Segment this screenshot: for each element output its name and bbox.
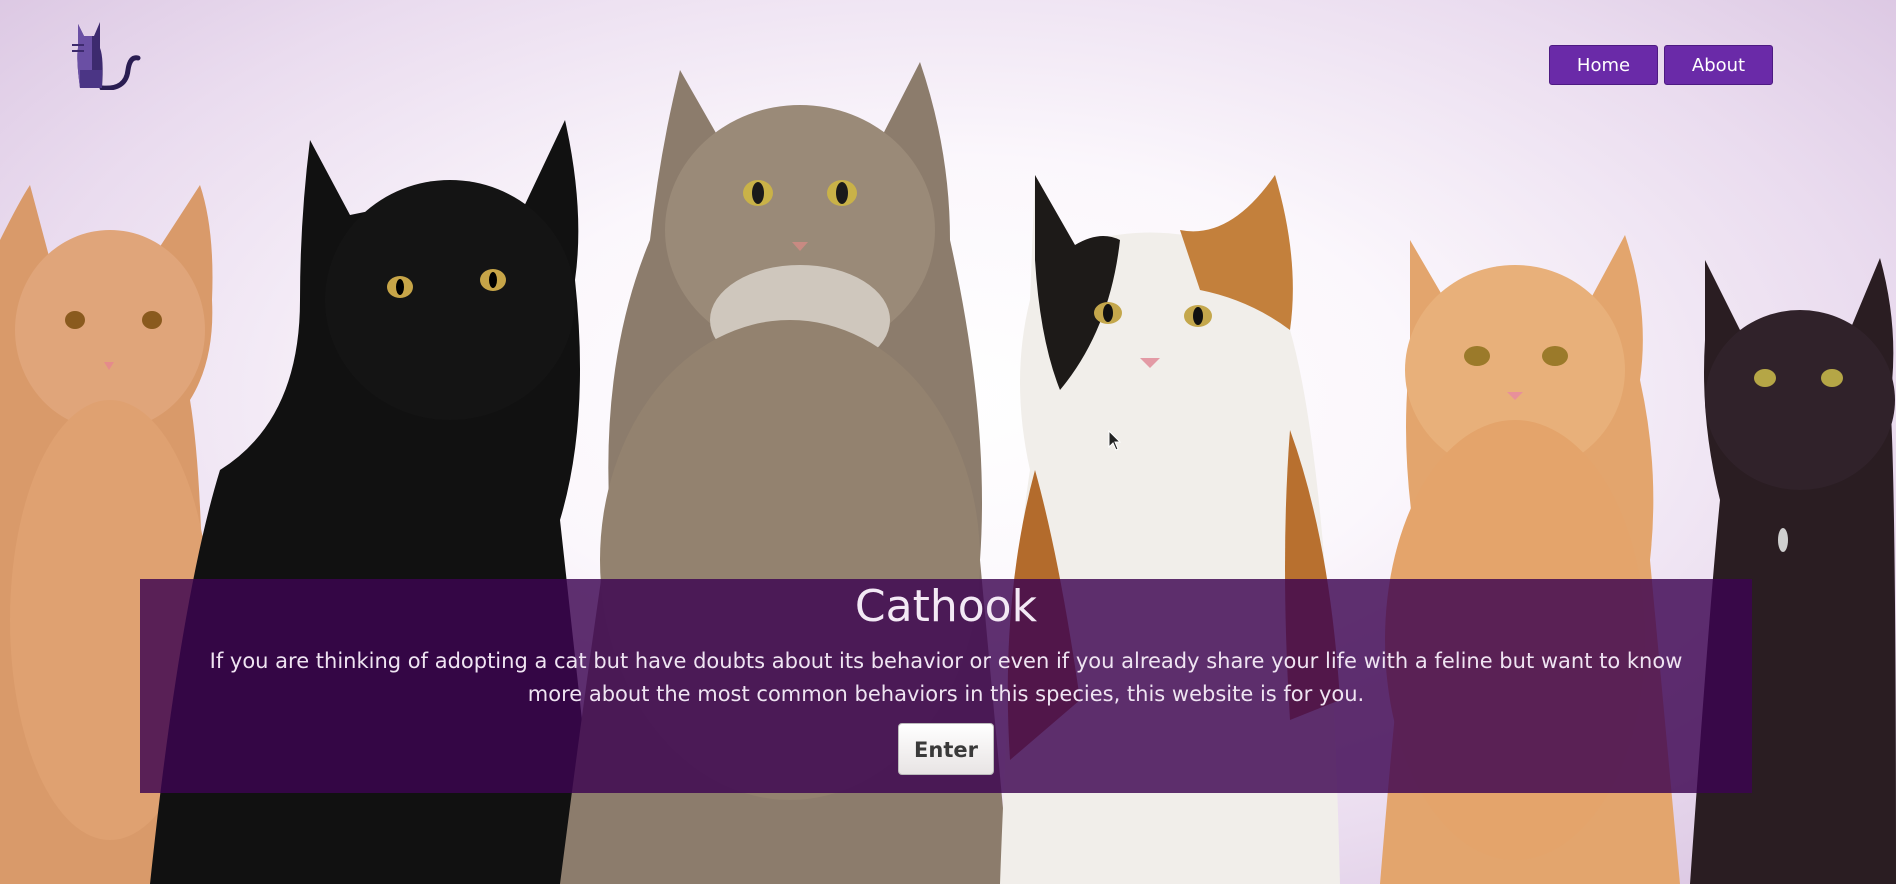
- nav-home-button[interactable]: Home: [1549, 45, 1658, 85]
- mouse-cursor-icon: [1108, 430, 1122, 451]
- landing-page: Home About Cathook If you are thinking o…: [0, 0, 1896, 884]
- hero-banner: Cathook If you are thinking of adopting …: [140, 579, 1752, 793]
- nav-about-button[interactable]: About: [1664, 45, 1773, 85]
- enter-button[interactable]: Enter: [898, 723, 994, 775]
- hero-title: Cathook: [854, 581, 1038, 632]
- hero-description: If you are thinking of adopting a cat bu…: [209, 649, 1683, 706]
- cat-logo-icon[interactable]: [70, 18, 144, 90]
- top-navigation: Home About: [1549, 45, 1773, 85]
